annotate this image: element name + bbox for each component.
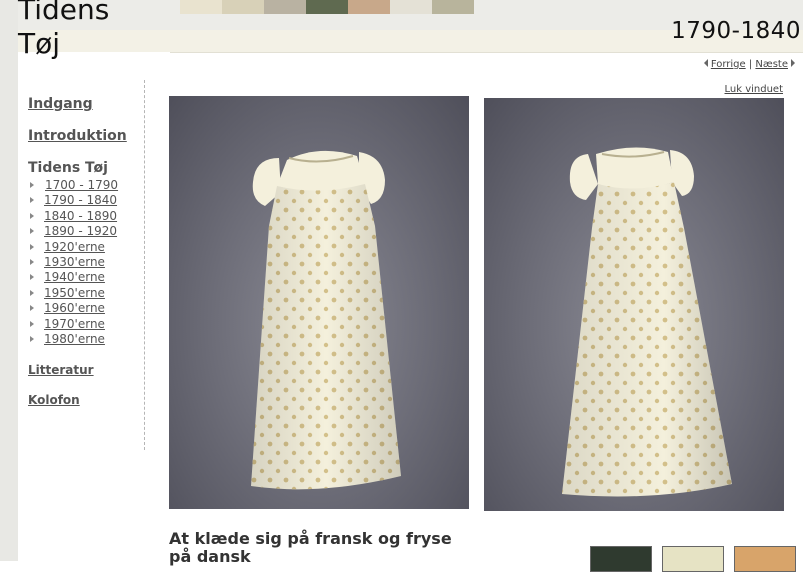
period-link-1980s[interactable]: 1980'erne	[44, 332, 105, 346]
sidebar-item-indgang[interactable]: Indgang	[28, 96, 148, 112]
strip-tile	[180, 0, 222, 14]
sidebar-item-kolofon[interactable]: Kolofon	[28, 393, 148, 407]
strip-tile	[264, 0, 306, 14]
thumbnail-image[interactable]	[590, 546, 652, 572]
thumbnail-row	[590, 546, 796, 572]
strip-tile	[432, 0, 474, 14]
arrow-right-icon	[791, 59, 795, 67]
prev-link[interactable]: Forrige	[711, 59, 746, 70]
prev-next-nav: Forrige | Næste	[703, 59, 795, 70]
bullet-triangle-icon	[30, 274, 34, 281]
strip-tile	[348, 0, 390, 14]
header-divider	[170, 52, 803, 53]
bullet-triangle-icon	[30, 289, 34, 296]
left-margin-stripe	[0, 0, 18, 561]
period-link-1960s[interactable]: 1960'erne	[44, 301, 105, 315]
bullet-triangle-icon	[30, 320, 34, 327]
thumbnail-image[interactable]	[734, 546, 796, 572]
list-item: 1960'erne	[28, 301, 148, 316]
period-link-1950s[interactable]: 1950'erne	[44, 286, 105, 300]
dress-photo-side	[484, 98, 784, 511]
dress-photo-front	[169, 96, 469, 509]
sidebar-item-litteratur[interactable]: Litteratur	[28, 363, 148, 377]
list-item: 1940'erne	[28, 270, 148, 285]
sidebar-item-introduktion[interactable]: Introduktion	[28, 128, 148, 144]
list-item: 1840 - 1890	[28, 209, 148, 224]
bullet-triangle-icon	[30, 197, 34, 204]
strip-tile	[306, 0, 348, 14]
list-item: 1950'erne	[28, 286, 148, 301]
site-title: Tidens Tøj	[18, 0, 109, 61]
bullet-triangle-icon	[30, 259, 34, 266]
bullet-triangle-icon	[30, 228, 34, 235]
sidebar-section-title: Tidens Tøj	[28, 160, 108, 176]
list-item: 1930'erne	[28, 255, 148, 270]
list-item: 1920'erne	[28, 240, 148, 255]
period-link-1890-1920[interactable]: 1890 - 1920	[44, 224, 117, 238]
bullet-triangle-icon	[30, 182, 34, 188]
next-link[interactable]: Næste	[755, 59, 788, 70]
period-link-1930s[interactable]: 1930'erne	[44, 255, 105, 269]
bullet-triangle-icon	[30, 243, 34, 250]
list-item: 1890 - 1920	[28, 224, 148, 239]
period-link-1700-1790[interactable]: 1700 - 1790	[44, 178, 118, 192]
arrow-left-icon	[703, 59, 708, 67]
strip-tile	[390, 0, 432, 14]
period-link-1920s[interactable]: 1920'erne	[44, 240, 105, 254]
period-link-1970s[interactable]: 1970'erne	[44, 317, 105, 331]
period-list: 1700 - 1790 1790 - 1840 1840 - 1890 1890…	[28, 178, 148, 347]
close-window-link[interactable]: Luk vinduet	[725, 84, 784, 95]
site-title-line2: Tøj	[18, 27, 61, 60]
bullet-triangle-icon	[30, 336, 34, 343]
period-link-1790-1840[interactable]: 1790 - 1840	[44, 193, 117, 207]
period-link-1940s[interactable]: 1940'erne	[44, 270, 105, 284]
bullet-triangle-icon	[30, 212, 34, 219]
list-item: 1790 - 1840	[28, 193, 148, 208]
site-title-line1: Tidens	[18, 0, 110, 26]
nav-separator: |	[748, 59, 753, 70]
list-item: 1970'erne	[28, 317, 148, 332]
period-heading: 1790-1840	[671, 18, 801, 44]
list-item: 1980'erne	[28, 332, 148, 347]
list-item: 1700 - 1790	[28, 178, 148, 193]
sidebar: Indgang Introduktion Tidens Tøj 1700 - 1…	[28, 96, 148, 423]
strip-tile	[222, 0, 264, 14]
period-link-1840-1890[interactable]: 1840 - 1890	[44, 209, 117, 223]
header-image-strip	[180, 0, 474, 14]
bullet-triangle-icon	[30, 305, 34, 312]
thumbnail-image[interactable]	[662, 546, 724, 572]
